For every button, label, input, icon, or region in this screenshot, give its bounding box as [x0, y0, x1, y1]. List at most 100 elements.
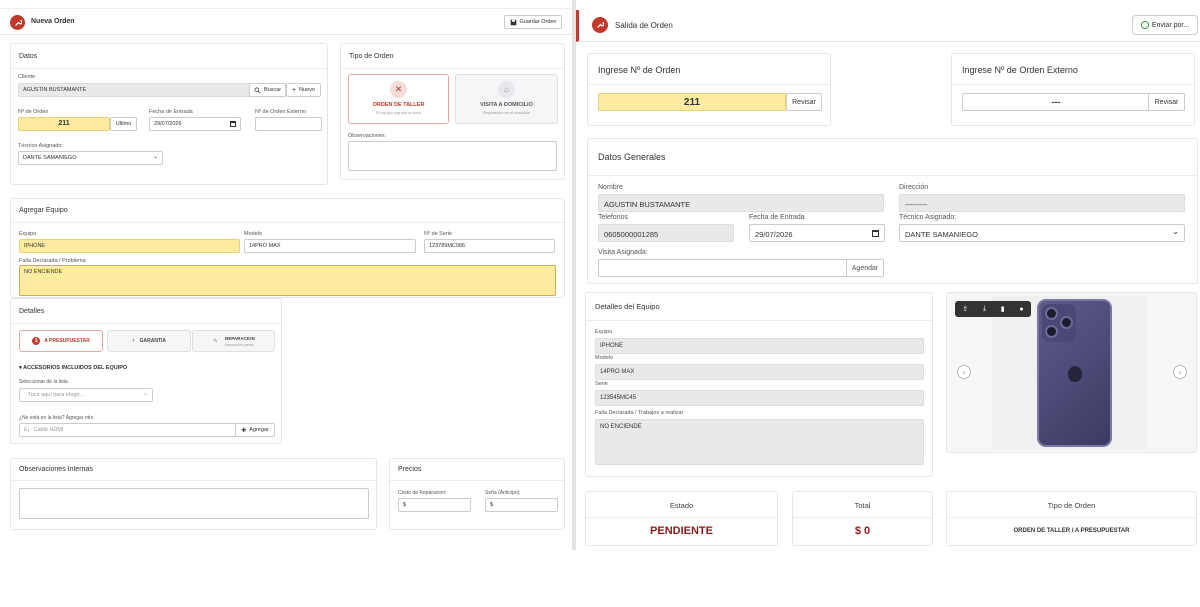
total-label: Total	[854, 501, 871, 510]
orden-taller-sub: El equipo ingresa al local	[376, 110, 421, 115]
trash-icon[interactable]: ▮	[1001, 305, 1005, 313]
externo-label: Nº de Orden Externo	[255, 109, 306, 115]
nuevo-button[interactable]: + Nuevo	[286, 83, 321, 97]
image-viewer: ⇪ ⤓ ▮ ● ‹ ›	[946, 292, 1197, 453]
info-icon[interactable]: ●	[1019, 306, 1023, 313]
upload-icon[interactable]: ⇪	[962, 305, 968, 313]
agregar-label: Agregar	[249, 427, 269, 433]
tab-a-presupuestar[interactable]: $ A PRESUPUESTAR	[19, 330, 103, 352]
estado-value: PENDIENTE	[650, 525, 713, 537]
prev-image-button[interactable]: ‹	[957, 365, 971, 379]
observaciones-textarea[interactable]	[348, 141, 557, 171]
sena-field[interactable]: $	[485, 498, 558, 512]
tecnico-select[interactable]: DANTE SAMANIEGO ⌄	[18, 151, 163, 165]
accesorios-title-text: ACCESORIOS INCLUIDOS DEL EQUIPO	[23, 365, 128, 371]
datos-title: Datos	[19, 53, 38, 60]
divider	[11, 480, 376, 481]
enviar-por-button[interactable]: Enviar por...	[1132, 15, 1198, 35]
visita-asignada-label: Visita Asignada:	[598, 249, 648, 256]
equipo-field: IPHONE	[595, 338, 924, 354]
datos-generales-card: Datos Generales Nombre AGUSTIN BUSTAMANT…	[587, 138, 1198, 284]
agendar-button[interactable]: Agendar	[846, 259, 884, 277]
nombre-label: Nombre	[598, 184, 623, 191]
revisar-orden-button[interactable]: Revisar	[786, 93, 822, 111]
otro-label: ¿No está en la lista? Agregar otro	[19, 415, 94, 421]
ingrese-externo-title: Ingrese Nº de Orden Externo	[962, 65, 1078, 75]
visita-domicilio-sub: Reparación en el domicilio	[483, 110, 530, 115]
agregar-equipo-title: Agregar Equipo	[19, 207, 68, 214]
fecha-entrada-value: 29/07/2026	[755, 230, 793, 239]
agregar-accesorio-button[interactable]: ✚ Agregar	[235, 423, 275, 437]
visita-domicilio-option[interactable]: ⌂ VISITA A DOMICILIO Reparación en el do…	[455, 74, 558, 124]
orden-externo-input[interactable]: ---	[962, 93, 1150, 111]
revisar-externo-button[interactable]: Revisar	[1148, 93, 1185, 111]
detalles-equipo-card: Detalles del Equipo Equipo IPHONE Modelo…	[585, 292, 933, 477]
modelo-label: Modelo	[244, 231, 263, 237]
orden-number-input[interactable]: 211	[598, 93, 786, 111]
ingrese-orden-title: Ingrese Nº de Orden	[598, 65, 681, 75]
equipo-field[interactable]: IPHONE	[19, 239, 240, 253]
otro-accesorio-input[interactable]: Ej.: Cable HDMI	[19, 423, 237, 437]
nombre-field: AGUSTIN BUSTAMANTE	[598, 194, 884, 212]
observaciones-internas-title: Observaciones Internas	[19, 466, 93, 473]
accesorios-placeholder: Tocá aquí para elegir...	[28, 392, 84, 398]
accesorios-select[interactable]: Tocá aquí para elegir... ⌄	[19, 388, 153, 402]
serie-field[interactable]: 123789MC986	[424, 239, 555, 253]
agregar-equipo-card: Agregar Equipo Equipo IPHONE Modelo 14PR…	[10, 198, 565, 298]
modelo-field: 14PRO MAX	[595, 364, 924, 380]
costo-label: Costo de Reparacion:	[398, 490, 447, 496]
cliente-field[interactable]: AGUSTIN BUSTAMANTE	[18, 83, 256, 97]
salida-orden-header: Salida de Orden Enviar por...	[576, 10, 1200, 42]
orden-taller-option[interactable]: ✕ ORDEN DE TALLER El equipo ingresa al l…	[348, 74, 449, 124]
fecha-field[interactable]: 29/07/2026	[149, 117, 241, 131]
divider	[793, 517, 932, 518]
tipo-de-orden-label: Tipo de Orden	[1047, 501, 1096, 510]
buscar-button[interactable]: Buscar	[249, 83, 286, 97]
ultimo-button[interactable]: Ultimo	[110, 117, 137, 131]
fecha-label: Fecha de Entrada	[149, 109, 193, 115]
observaciones-label: Observaciones	[348, 133, 385, 139]
visita-asignada-field[interactable]	[598, 259, 848, 277]
modelo-label: Modelo	[595, 355, 614, 361]
search-icon	[254, 86, 261, 94]
calendar-icon	[230, 121, 236, 127]
tecnico-asignado-value: DANTE SAMANIEGO	[905, 230, 978, 239]
currency-symbol: $	[403, 502, 407, 508]
costo-field[interactable]: $	[398, 498, 471, 512]
shield-icon: ◐	[131, 338, 136, 344]
tab-reparacion-sub: Reparación previa	[225, 343, 254, 347]
house-icon: ⌂	[498, 81, 515, 98]
divider	[11, 68, 327, 69]
modelo-field[interactable]: 14PRO MAX	[244, 239, 416, 253]
ingrese-orden-card: Ingrese Nº de Orden 211 Revisar	[587, 53, 831, 126]
tipo-orden-card: Tipo de Orden ✕ ORDEN DE TALLER El equip…	[340, 43, 565, 180]
fecha-entrada-field[interactable]: 29/07/2026	[749, 224, 885, 242]
page-title: Nueva Orden	[31, 18, 75, 25]
tab-a-presupuestar-label: A PRESUPUESTAR	[44, 338, 90, 344]
orden-taller-title: ORDEN DE TALLER	[372, 102, 425, 108]
nueva-orden-panel: Nueva Orden Guardar Orden Datos Cliente …	[0, 0, 572, 540]
guardar-orden-button[interactable]: Guardar Orden	[504, 15, 562, 29]
falla-label: Falla Declarada / Problema	[19, 258, 86, 264]
tab-reparacion[interactable]: ✎ REPARACION Reparación previa	[192, 330, 275, 352]
tab-garantia[interactable]: ◐ GARANTIA	[107, 330, 191, 352]
telefonos-field: 0605000001285	[598, 224, 734, 242]
tecnico-asignado-select[interactable]: DANTE SAMANIEGO ⌄	[899, 224, 1185, 242]
nuevo-label: Nuevo	[299, 87, 315, 93]
serie-field: 123545MC45	[595, 390, 924, 406]
orden-field[interactable]: 211	[18, 117, 110, 131]
ingrese-externo-card: Ingrese Nº de Orden Externo --- Revisar	[951, 53, 1195, 126]
camera-lens	[1045, 307, 1058, 320]
chevron-down-icon: ⌄	[152, 154, 158, 160]
chevron-down-icon: ⌄	[1172, 227, 1179, 236]
camera-lens	[1060, 316, 1073, 329]
download-icon[interactable]: ⤓	[983, 305, 986, 313]
falla-textarea[interactable]: NO ENCIENDE	[19, 265, 556, 296]
precios-title: Precios	[398, 466, 422, 473]
chevron-down-icon: ⌄	[142, 391, 148, 397]
externo-field[interactable]	[255, 117, 322, 131]
observaciones-internas-textarea[interactable]	[19, 488, 369, 519]
tab-garantia-label: GARANTIA	[139, 338, 166, 344]
next-image-button[interactable]: ›	[1173, 365, 1187, 379]
total-card: Total $ 0	[792, 491, 933, 546]
